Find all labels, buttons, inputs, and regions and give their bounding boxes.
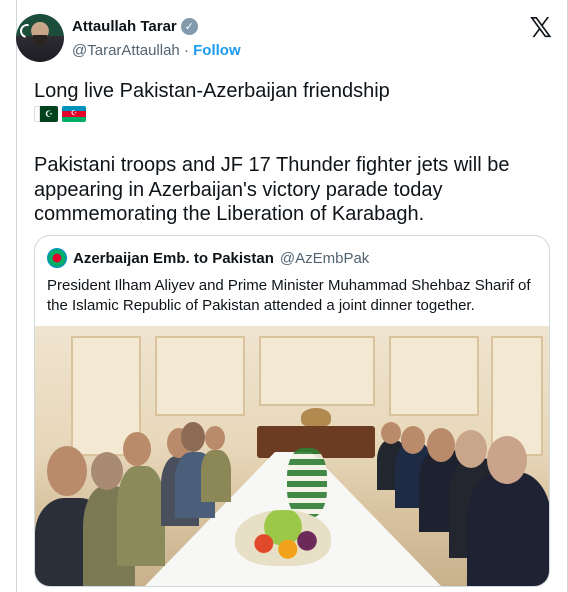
quoted-tweet-header: Azerbaijan Emb. to Pakistan @AzEmbPak <box>47 248 369 268</box>
tweet-header: Attaullah Tarar ✓ @TararAttaullah · Foll… <box>16 14 552 70</box>
author-handle-row: @TararAttaullah · Follow <box>72 42 241 59</box>
tweet-body-text: Pakistani troops and JF 17 Thunder fight… <box>34 154 510 225</box>
quoted-tweet[interactable]: Azerbaijan Emb. to Pakistan @AzEmbPak Pr… <box>34 235 550 587</box>
quoted-author-name[interactable]: Azerbaijan Emb. to Pakistan <box>73 250 274 267</box>
table-flowers <box>287 448 327 518</box>
guest-left-6-head <box>205 426 225 450</box>
author-avatar[interactable] <box>16 14 64 62</box>
guest-right-3-head <box>427 428 455 462</box>
author-name-row: Attaullah Tarar ✓ <box>72 18 198 35</box>
follow-button[interactable]: Follow <box>193 42 241 59</box>
wall-panel <box>389 336 479 416</box>
guest-left-3-head <box>123 432 151 466</box>
quoted-tweet-photo[interactable] <box>35 326 549 586</box>
guest-right-2-head <box>401 426 425 454</box>
avatar-detail <box>33 35 47 45</box>
author-handle[interactable]: @TararAttaullah <box>72 42 180 59</box>
quoted-tweet-text: President Ilham Aliyev and Prime Ministe… <box>47 277 531 314</box>
author-name[interactable]: Attaullah Tarar <box>72 18 177 35</box>
flag-pk-crescent-icon: ☪ <box>40 106 58 122</box>
guest-left-1-head <box>47 446 87 496</box>
tweet-text-line1: Long live Pakistan-Azerbaijan friendship <box>34 80 390 102</box>
fruit-bowl <box>235 510 331 566</box>
guest-right-5 <box>467 472 549 586</box>
quoted-author-handle[interactable]: @AzEmbPak <box>280 250 369 267</box>
azerbaijan-flag-icon: ☪ <box>62 106 86 122</box>
guest-right-1-head <box>381 422 401 444</box>
wall-panel <box>155 336 245 416</box>
guest-left-3 <box>117 466 165 566</box>
guest-right-5-head <box>487 436 527 484</box>
flag-az-green-band <box>62 116 86 122</box>
embassy-emblem-icon <box>47 248 67 268</box>
separator-dot: · <box>183 42 189 59</box>
guest-left-2-head <box>91 452 123 490</box>
guest-left-6 <box>201 450 231 502</box>
x-logo-icon[interactable]: 𝕏 <box>529 14 552 42</box>
pakistan-flag-icon: ☪ <box>34 106 58 122</box>
wall-panel <box>259 336 375 406</box>
guest-left-5-head <box>181 422 205 452</box>
flag-emojis: ☪ ☪ <box>34 106 86 122</box>
guest-right-4-head <box>455 430 487 468</box>
verified-badge-icon: ✓ <box>180 18 198 35</box>
vase <box>301 408 331 426</box>
